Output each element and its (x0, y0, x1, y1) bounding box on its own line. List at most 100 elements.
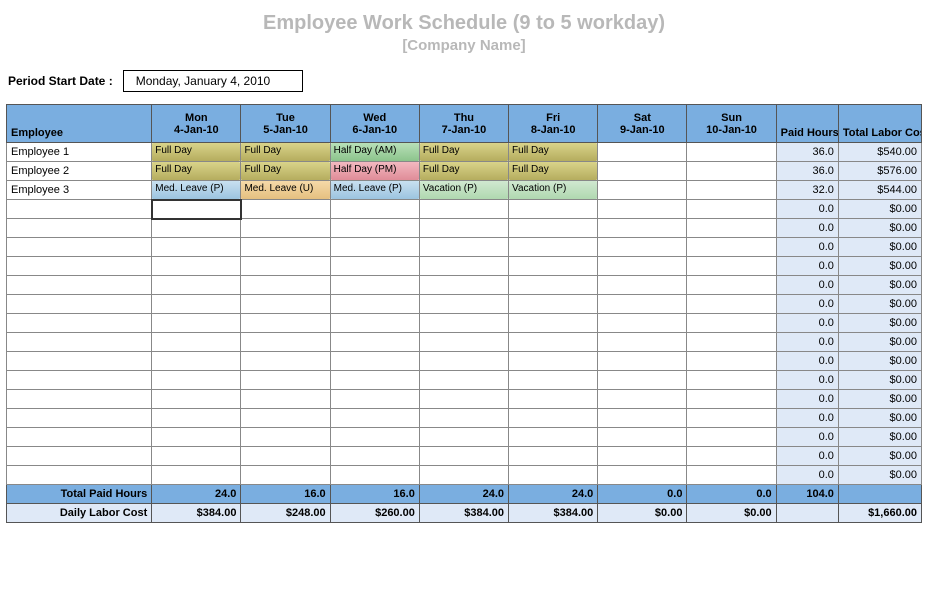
schedule-cell[interactable] (241, 390, 330, 409)
employee-name-cell[interactable]: Employee 2 (7, 162, 152, 181)
schedule-cell[interactable] (152, 466, 241, 485)
schedule-cell[interactable] (509, 276, 598, 295)
schedule-cell[interactable] (241, 352, 330, 371)
schedule-cell[interactable] (152, 447, 241, 466)
schedule-cell[interactable] (598, 143, 687, 162)
schedule-cell[interactable]: Full Day (152, 143, 241, 162)
schedule-cell[interactable] (687, 162, 776, 181)
schedule-cell[interactable] (687, 238, 776, 257)
schedule-cell[interactable] (509, 447, 598, 466)
schedule-cell[interactable] (509, 257, 598, 276)
schedule-cell[interactable] (152, 219, 241, 238)
schedule-cell[interactable] (330, 371, 419, 390)
schedule-cell[interactable] (509, 352, 598, 371)
schedule-cell[interactable] (330, 276, 419, 295)
schedule-cell[interactable] (687, 428, 776, 447)
employee-name-cell[interactable] (7, 352, 152, 371)
schedule-cell[interactable] (241, 257, 330, 276)
schedule-cell[interactable] (241, 219, 330, 238)
header-tue[interactable]: Tue5-Jan-10 (241, 105, 330, 143)
schedule-cell[interactable] (509, 428, 598, 447)
schedule-cell[interactable] (687, 352, 776, 371)
schedule-cell[interactable] (152, 371, 241, 390)
header-sun[interactable]: Sun10-Jan-10 (687, 105, 776, 143)
schedule-cell[interactable] (598, 428, 687, 447)
schedule-cell[interactable] (687, 181, 776, 200)
schedule-cell[interactable] (152, 390, 241, 409)
schedule-cell[interactable] (152, 428, 241, 447)
employee-name-cell[interactable] (7, 295, 152, 314)
schedule-cell[interactable] (330, 333, 419, 352)
schedule-cell[interactable] (330, 409, 419, 428)
schedule-cell[interactable] (419, 447, 508, 466)
schedule-cell[interactable] (598, 238, 687, 257)
employee-name-cell[interactable] (7, 333, 152, 352)
schedule-cell[interactable]: Half Day (PM) (330, 162, 419, 181)
schedule-cell[interactable]: ▾ (152, 200, 241, 219)
header-employee[interactable]: Employee (7, 105, 152, 143)
schedule-cell[interactable] (687, 447, 776, 466)
schedule-cell[interactable] (241, 276, 330, 295)
schedule-cell[interactable] (419, 333, 508, 352)
header-sat[interactable]: Sat9-Jan-10 (598, 105, 687, 143)
employee-name-cell[interactable] (7, 257, 152, 276)
header-thu[interactable]: Thu7-Jan-10 (419, 105, 508, 143)
schedule-cell[interactable] (241, 295, 330, 314)
schedule-cell[interactable] (241, 333, 330, 352)
schedule-cell[interactable] (330, 447, 419, 466)
schedule-cell[interactable] (419, 314, 508, 333)
schedule-cell[interactable] (330, 390, 419, 409)
schedule-cell[interactable]: Med. Leave (P) (152, 181, 241, 200)
schedule-cell[interactable] (152, 295, 241, 314)
schedule-cell[interactable] (509, 295, 598, 314)
schedule-cell[interactable] (687, 257, 776, 276)
schedule-cell[interactable] (598, 181, 687, 200)
employee-name-cell[interactable] (7, 447, 152, 466)
schedule-cell[interactable] (152, 257, 241, 276)
schedule-cell[interactable] (241, 371, 330, 390)
schedule-cell[interactable]: Vacation (P) (419, 181, 508, 200)
schedule-cell[interactable] (687, 143, 776, 162)
schedule-cell[interactable] (598, 352, 687, 371)
schedule-cell[interactable] (330, 219, 419, 238)
schedule-cell[interactable] (509, 390, 598, 409)
schedule-cell[interactable] (687, 219, 776, 238)
schedule-cell[interactable] (509, 466, 598, 485)
schedule-cell[interactable] (152, 352, 241, 371)
schedule-cell[interactable] (152, 409, 241, 428)
employee-name-cell[interactable] (7, 238, 152, 257)
employee-name-cell[interactable] (7, 390, 152, 409)
schedule-cell[interactable]: Full Day (241, 143, 330, 162)
schedule-cell[interactable] (330, 314, 419, 333)
schedule-cell[interactable] (419, 409, 508, 428)
schedule-cell[interactable] (241, 200, 330, 219)
schedule-cell[interactable] (152, 238, 241, 257)
employee-name-cell[interactable] (7, 276, 152, 295)
schedule-cell[interactable] (241, 238, 330, 257)
schedule-cell[interactable] (152, 276, 241, 295)
schedule-cell[interactable] (509, 409, 598, 428)
schedule-cell[interactable] (598, 371, 687, 390)
header-fri[interactable]: Fri8-Jan-10 (509, 105, 598, 143)
schedule-cell[interactable]: Full Day (509, 143, 598, 162)
schedule-cell[interactable]: Full Day (509, 162, 598, 181)
schedule-cell[interactable] (598, 295, 687, 314)
schedule-cell[interactable] (687, 200, 776, 219)
employee-name-cell[interactable]: Employee 3 (7, 181, 152, 200)
employee-name-cell[interactable] (7, 428, 152, 447)
header-mon[interactable]: Mon4-Jan-10 (152, 105, 241, 143)
schedule-cell[interactable] (419, 371, 508, 390)
schedule-cell[interactable] (509, 238, 598, 257)
schedule-cell[interactable]: Half Day (AM) (330, 143, 419, 162)
schedule-cell[interactable]: Vacation (P) (509, 181, 598, 200)
schedule-cell[interactable] (419, 257, 508, 276)
schedule-cell[interactable] (598, 314, 687, 333)
schedule-cell[interactable] (330, 466, 419, 485)
schedule-cell[interactable] (330, 200, 419, 219)
schedule-cell[interactable] (419, 200, 508, 219)
schedule-cell[interactable] (687, 371, 776, 390)
header-paid-hours[interactable]: Paid Hours (776, 105, 838, 143)
employee-name-cell[interactable] (7, 466, 152, 485)
schedule-cell[interactable] (687, 466, 776, 485)
schedule-cell[interactable] (419, 219, 508, 238)
